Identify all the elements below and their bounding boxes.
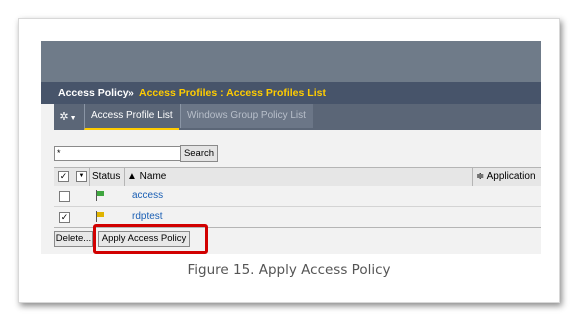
column-menu-icon[interactable]: ▼ <box>76 171 87 182</box>
profile-link[interactable]: access <box>132 190 163 201</box>
figure-caption: Figure 15. Apply Access Policy <box>187 262 391 278</box>
breadcrumb-root[interactable]: Access Policy <box>58 82 129 104</box>
delete-button[interactable]: Delete... <box>54 231 93 247</box>
chevron-down-icon: ▼ <box>69 115 77 122</box>
header-name[interactable]: ▲ Name <box>127 171 166 182</box>
column-divider <box>89 168 90 186</box>
status-flag-icon <box>96 190 106 201</box>
gear-icon: ✲ <box>59 111 69 123</box>
screenshot-area: Access Policy » Access Profiles : Access… <box>41 41 541 254</box>
select-all-checkbox[interactable]: ✓ <box>58 171 69 182</box>
table-row: access <box>54 186 541 206</box>
breadcrumb-path: Access Profiles : Access Profiles List <box>139 87 326 99</box>
table-header: ✓ ▼ Status ▲ Name ≑ Application <box>54 167 541 187</box>
tab-access-profile-list[interactable]: Access Profile List <box>84 104 179 130</box>
top-banner <box>41 41 541 82</box>
column-divider <box>472 168 473 186</box>
row-checkbox[interactable]: ✓ <box>59 212 70 223</box>
gear-menu-button[interactable]: ✲▼ <box>56 108 80 126</box>
status-flag-icon <box>96 211 106 222</box>
search-input[interactable]: * <box>54 146 182 161</box>
search-button[interactable]: Search <box>180 145 218 162</box>
tab-bar: ✲▼ Access Profile List Windows Group Pol… <box>54 104 541 130</box>
header-application[interactable]: ≑ Application <box>476 171 536 182</box>
breadcrumb: Access Policy » Access Profiles : Access… <box>41 82 541 104</box>
highlight-box <box>93 224 208 254</box>
main-content: * Search ✓ ▼ Status ▲ Name ≑ Application… <box>41 130 541 254</box>
breadcrumb-separator: » <box>128 87 134 99</box>
row-checkbox[interactable] <box>59 191 70 202</box>
figure-card: Access Policy » Access Profiles : Access… <box>18 18 560 303</box>
header-status[interactable]: Status <box>92 171 120 182</box>
column-divider <box>124 168 125 186</box>
tab-windows-group-policy-list[interactable]: Windows Group Policy List <box>180 104 313 128</box>
profile-link[interactable]: rdptest <box>132 211 163 222</box>
